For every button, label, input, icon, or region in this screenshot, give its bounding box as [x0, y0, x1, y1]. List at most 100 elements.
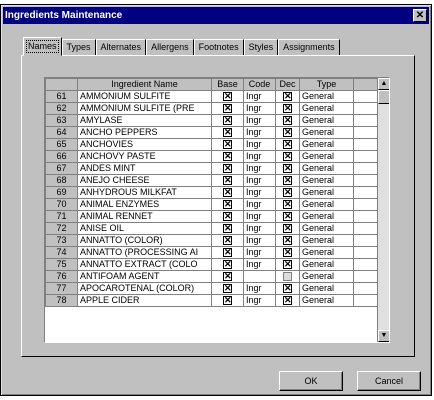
dec-cell[interactable]	[275, 90, 300, 103]
table-row[interactable]: 73ANNATTO (COLOR) Ingr General	[45, 234, 380, 247]
base-cell[interactable]	[211, 282, 244, 295]
dec-checkbox[interactable]	[283, 272, 292, 282]
row-number[interactable]: 72	[45, 222, 78, 235]
type-cell[interactable]: General	[299, 150, 354, 163]
dec-checkbox[interactable]	[283, 296, 292, 306]
table-row[interactable]: 69ANHYDROUS MILKFAT Ingr General	[45, 186, 380, 199]
dec-checkbox[interactable]	[283, 92, 292, 102]
table-row[interactable]: 78APPLE CIDER Ingr General	[45, 294, 380, 307]
table-row[interactable]: 76ANTIFOAM AGENT General	[45, 270, 380, 283]
row-number[interactable]: 75	[45, 258, 78, 271]
dec-cell[interactable]	[275, 150, 300, 163]
table-row[interactable]: 72ANISE OIL Ingr General	[45, 222, 380, 235]
base-cell[interactable]	[211, 246, 244, 259]
row-number[interactable]: 62	[45, 102, 78, 115]
column-header-ingredient-name[interactable]: Ingredient Name	[77, 78, 212, 91]
dec-checkbox[interactable]	[283, 248, 292, 258]
dec-cell[interactable]	[275, 162, 300, 175]
table-row[interactable]: 74ANNATTO (PROCESSING AI Ingr General	[45, 246, 380, 259]
dec-cell[interactable]	[275, 138, 300, 151]
base-cell[interactable]	[211, 174, 244, 187]
scroll-up-button[interactable]: ▲	[378, 78, 389, 90]
code-cell[interactable]: Ingr	[243, 246, 276, 259]
type-cell[interactable]: General	[299, 270, 354, 283]
base-cell[interactable]	[211, 90, 244, 103]
base-cell[interactable]	[211, 186, 244, 199]
ingredient-name-cell[interactable]: ANCHOVY PASTE	[77, 150, 212, 163]
table-row[interactable]: 68ANEJO CHEESE Ingr General	[45, 174, 380, 187]
base-checkbox[interactable]	[223, 212, 232, 222]
ingredient-name-cell[interactable]: ANCHO PEPPERS	[77, 126, 212, 139]
dec-checkbox[interactable]	[283, 176, 292, 186]
tab-names[interactable]: Names	[23, 37, 62, 56]
table-row[interactable]: 75ANNATTO EXTRACT (COLO Ingr General	[45, 258, 380, 271]
base-cell[interactable]	[211, 198, 244, 211]
type-cell[interactable]: General	[299, 222, 354, 235]
ingredient-name-cell[interactable]: ANHYDROUS MILKFAT	[77, 186, 212, 199]
type-cell[interactable]: General	[299, 162, 354, 175]
code-cell[interactable]: Ingr	[243, 294, 276, 307]
table-row[interactable]: 65ANCHOVIES Ingr General	[45, 138, 380, 151]
dec-cell[interactable]	[275, 102, 300, 115]
dec-cell[interactable]	[275, 246, 300, 259]
dec-cell[interactable]	[275, 234, 300, 247]
base-checkbox[interactable]	[223, 104, 232, 114]
row-number[interactable]: 66	[45, 150, 78, 163]
type-cell[interactable]: General	[299, 90, 354, 103]
base-cell[interactable]	[211, 258, 244, 271]
tab-assignments[interactable]: Assignments	[278, 39, 340, 56]
code-cell[interactable]: Ingr	[243, 114, 276, 127]
cancel-button[interactable]: Cancel	[357, 371, 421, 391]
base-cell[interactable]	[211, 270, 244, 283]
scroll-down-button[interactable]: ▼	[378, 330, 389, 342]
dec-cell[interactable]	[275, 258, 300, 271]
row-number[interactable]: 67	[45, 162, 78, 175]
base-cell[interactable]	[211, 126, 244, 139]
close-button[interactable]: ✕	[413, 9, 427, 22]
dec-cell[interactable]	[275, 270, 300, 283]
ingredient-name-cell[interactable]: APPLE CIDER	[77, 294, 212, 307]
base-checkbox[interactable]	[223, 128, 232, 138]
type-cell[interactable]: General	[299, 282, 354, 295]
code-cell[interactable]	[243, 270, 276, 283]
dec-checkbox[interactable]	[283, 116, 292, 126]
row-number[interactable]: 77	[45, 282, 78, 295]
base-checkbox[interactable]	[223, 296, 232, 306]
column-header-code[interactable]: Code	[243, 78, 276, 91]
base-cell[interactable]	[211, 162, 244, 175]
column-header-base[interactable]: Base	[211, 78, 244, 91]
ingredient-name-cell[interactable]: ANIMAL RENNET	[77, 210, 212, 223]
ok-button[interactable]: OK	[279, 371, 343, 391]
base-checkbox[interactable]	[223, 188, 232, 198]
table-row[interactable]: 62AMMONIUM SULFITE (PRE Ingr General	[45, 102, 380, 115]
base-checkbox[interactable]	[223, 224, 232, 234]
base-checkbox[interactable]	[223, 152, 232, 162]
code-cell[interactable]: Ingr	[243, 222, 276, 235]
code-cell[interactable]: Ingr	[243, 126, 276, 139]
row-number[interactable]: 68	[45, 174, 78, 187]
type-cell[interactable]: General	[299, 258, 354, 271]
code-cell[interactable]: Ingr	[243, 258, 276, 271]
code-cell[interactable]: Ingr	[243, 102, 276, 115]
dec-cell[interactable]	[275, 174, 300, 187]
ingredient-name-cell[interactable]: AMMONIUM SULFITE	[77, 90, 212, 103]
column-header-dec[interactable]: Dec	[275, 78, 300, 91]
table-row[interactable]: 70ANIMAL ENZYMES Ingr General	[45, 198, 380, 211]
type-cell[interactable]: General	[299, 198, 354, 211]
code-cell[interactable]: Ingr	[243, 162, 276, 175]
dec-cell[interactable]	[275, 198, 300, 211]
dec-checkbox[interactable]	[283, 152, 292, 162]
ingredient-name-cell[interactable]: ANEJO CHEESE	[77, 174, 212, 187]
table-row[interactable]: 61AMMONIUM SULFITE Ingr General	[45, 90, 380, 103]
dec-checkbox[interactable]	[283, 128, 292, 138]
vertical-scrollbar[interactable]: ▲ ▼	[377, 78, 389, 342]
base-checkbox[interactable]	[223, 92, 232, 102]
type-cell[interactable]: General	[299, 174, 354, 187]
dec-checkbox[interactable]	[283, 224, 292, 234]
base-checkbox[interactable]	[223, 176, 232, 186]
dec-cell[interactable]	[275, 114, 300, 127]
ingredient-name-cell[interactable]: ANISE OIL	[77, 222, 212, 235]
base-checkbox[interactable]	[223, 236, 232, 246]
base-cell[interactable]	[211, 150, 244, 163]
row-number[interactable]: 74	[45, 246, 78, 259]
